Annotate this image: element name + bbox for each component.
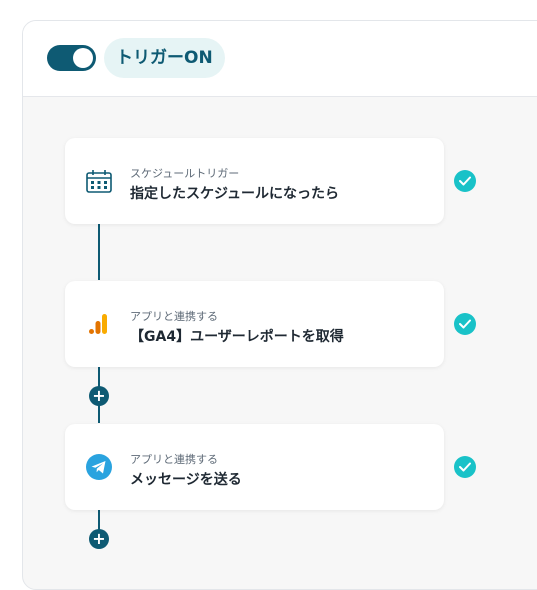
step-category: アプリと連携する xyxy=(130,310,218,323)
connector-line xyxy=(98,510,100,530)
add-step-button[interactable]: + xyxy=(89,529,109,549)
step-title: 指定したスケジュールになったら xyxy=(130,186,340,202)
step-category: アプリと連携する xyxy=(130,453,218,466)
check-icon xyxy=(454,170,476,192)
flow-step-card[interactable]: アプリと連携する 【GA4】ユーザーレポートを取得 xyxy=(65,281,444,367)
trigger-toggle[interactable] xyxy=(47,45,96,71)
flow-step-card[interactable]: スケジュールトリガー 指定したスケジュールになったら xyxy=(65,138,444,224)
flow-editor-panel: トリガーON + + スケジュールトリガー 指定したスケジュールになったら アプ… xyxy=(22,20,537,590)
add-step-button[interactable]: + xyxy=(89,386,109,406)
telegram-icon xyxy=(85,453,113,481)
google-analytics-icon xyxy=(85,310,113,338)
trigger-header: トリガーON xyxy=(23,21,537,97)
step-title: メッセージを送る xyxy=(130,472,242,488)
flow-step-card[interactable]: アプリと連携する メッセージを送る xyxy=(65,424,444,510)
trigger-status-badge: トリガーON xyxy=(104,38,225,78)
calendar-icon xyxy=(85,167,113,195)
step-title: 【GA4】ユーザーレポートを取得 xyxy=(130,329,344,345)
toggle-knob xyxy=(73,48,93,68)
step-category: スケジュールトリガー xyxy=(130,167,240,180)
check-icon xyxy=(454,313,476,335)
check-icon xyxy=(454,456,476,478)
connector-line xyxy=(98,224,100,280)
